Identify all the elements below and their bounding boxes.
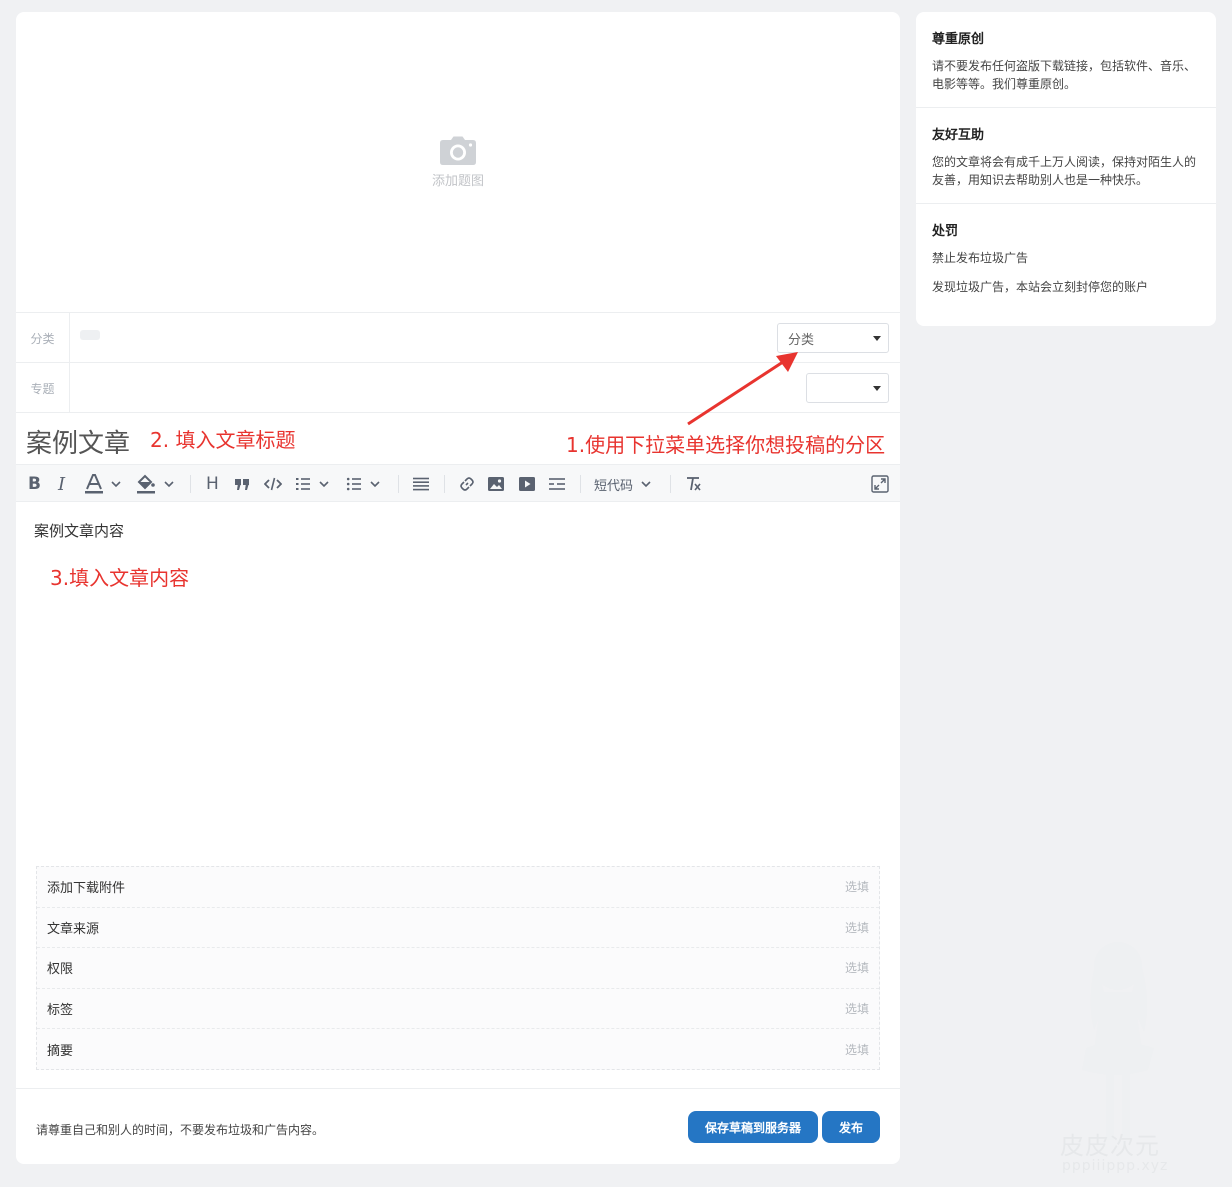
extra-download-attachment[interactable]: 添加下载附件 选填 [37, 867, 879, 908]
caret-down-icon [873, 386, 881, 391]
guideline-friendly-help: 友好互助 您的文章将会有成千上万人阅读，保持对陌生人的友善，用知识去帮助别人也是… [916, 108, 1216, 204]
extra-tags[interactable]: 标签 选填 [37, 989, 879, 1030]
align-justify-icon [413, 477, 429, 491]
guideline-title: 友好互助 [932, 128, 985, 143]
cover-image-upload[interactable]: 添加题图 [16, 12, 900, 312]
shortcode-dropdown[interactable]: 短代码 [594, 465, 653, 503]
topic-select[interactable] [806, 373, 889, 403]
extra-label: 添加下载附件 [47, 881, 126, 897]
bold-icon: B [28, 474, 41, 494]
extra-hint: 选填 [844, 880, 869, 895]
guideline-text: 发现垃圾广告，本站会立刻封停您的账户 [932, 280, 1149, 294]
image-icon [488, 477, 504, 491]
annotation-step2: 2. 填入文章标题 [150, 428, 296, 452]
text-color-button[interactable] [84, 465, 122, 503]
video-icon [519, 477, 535, 491]
italic-button[interactable]: I [58, 465, 65, 503]
editor-content[interactable]: 案例文章内容 [34, 520, 124, 541]
code-icon [264, 477, 282, 491]
annotation-arrow-icon [687, 352, 798, 426]
extra-label: 权限 [47, 962, 74, 978]
optional-settings-list: 添加下载附件 选填 文章来源 选填 权限 选填 标签 选填 摘要 选填 [36, 866, 880, 1070]
quote-icon [235, 479, 249, 490]
publish-button[interactable]: 发布 [822, 1111, 880, 1143]
link-icon [460, 477, 474, 491]
ordered-list-button[interactable] [295, 465, 333, 503]
code-button[interactable] [264, 465, 282, 503]
annotation-step3: 3.填入文章内容 [50, 566, 190, 590]
italic-icon: I [58, 473, 66, 495]
bullet-list-button[interactable] [346, 465, 384, 503]
extra-label: 标签 [47, 1003, 74, 1019]
topic-label: 专题 [16, 363, 70, 413]
annotation-step1: 1.使用下拉菜单选择你想投稿的分区 [566, 433, 886, 457]
link-button[interactable] [458, 465, 476, 503]
guideline-text: 禁止发布垃圾广告 [932, 251, 1029, 265]
bold-button[interactable]: B [28, 465, 41, 503]
save-draft-button[interactable]: 保存草稿到服务器 [688, 1111, 818, 1143]
toolbar-separator [580, 475, 581, 493]
fullscreen-button[interactable] [871, 465, 889, 503]
heading-button[interactable]: H [206, 465, 219, 503]
shortcode-label: 短代码 [594, 478, 634, 494]
extra-permission[interactable]: 权限 选填 [37, 948, 879, 989]
bullet-list-icon [346, 477, 380, 491]
blockquote-button[interactable] [234, 465, 250, 503]
heading-icon: H [206, 474, 219, 494]
caret-down-icon [873, 336, 881, 341]
divider-button[interactable] [548, 465, 566, 503]
category-label: 分类 [16, 313, 70, 363]
guideline-text: 请不要发布任何盗版下载链接，包括软件、音乐、电影等等。我们尊重原创。 [932, 59, 1197, 91]
extra-hint: 选填 [844, 920, 869, 935]
extra-hint: 选填 [844, 1043, 869, 1058]
image-button[interactable] [487, 465, 505, 503]
toolbar-separator [398, 475, 399, 493]
extra-summary[interactable]: 摘要 选填 [37, 1029, 879, 1070]
clear-format-button[interactable] [684, 465, 702, 503]
category-chip-placeholder [80, 330, 100, 340]
paint-bucket-icon [137, 474, 174, 494]
watermark-name: 皮皮次元 [1060, 1132, 1160, 1160]
extra-hint: 选填 [844, 961, 869, 976]
highlight-color-button[interactable] [136, 465, 176, 503]
guideline-title: 处罚 [932, 224, 959, 239]
extra-label: 摘要 [47, 1044, 74, 1060]
camera-icon [440, 136, 476, 165]
guideline-penalty: 处罚 禁止发布垃圾广告 发现垃圾广告，本站会立刻封停您的账户 [916, 204, 1216, 310]
cover-label: 添加题图 [431, 173, 484, 189]
extra-article-source[interactable]: 文章来源 选填 [37, 908, 879, 949]
extra-label: 文章来源 [47, 921, 100, 937]
align-button[interactable] [412, 465, 430, 503]
guideline-text: 您的文章将会有成千上万人阅读，保持对陌生人的友善，用知识去帮助别人也是一种快乐。 [932, 155, 1197, 187]
toolbar-separator [444, 475, 445, 493]
video-button[interactable] [518, 465, 536, 503]
guideline-respect-original: 尊重原创 请不要发布任何盗版下载链接，包括软件、音乐、电影等等。我们尊重原创。 [916, 12, 1216, 108]
editor-toolbar: B I H 短代码 [16, 464, 900, 502]
watermark-domain: pppiiippp.xyz [1062, 1158, 1169, 1174]
horizontal-rule-icon [549, 478, 565, 490]
font-color-icon [85, 474, 121, 494]
editor-footer: 请尊重自己和别人的时间，不要发布垃圾和广告内容。 保存草稿到服务器 发布 [16, 1088, 900, 1164]
title-input[interactable]: 案例文章 [26, 423, 130, 460]
fullscreen-icon [871, 475, 889, 493]
clear-format-icon [687, 477, 701, 491]
guideline-title: 尊重原创 [932, 32, 985, 47]
chevron-down-icon [641, 481, 651, 488]
extra-hint: 选填 [844, 1002, 869, 1017]
footer-note: 请尊重自己和别人的时间，不要发布垃圾和广告内容。 [36, 1123, 325, 1137]
guidelines-card: 尊重原创 请不要发布任何盗版下载链接，包括软件、音乐、电影等等。我们尊重原创。 … [916, 12, 1216, 326]
toolbar-separator [190, 475, 191, 493]
ordered-list-icon [296, 478, 329, 490]
toolbar-separator [670, 475, 671, 493]
